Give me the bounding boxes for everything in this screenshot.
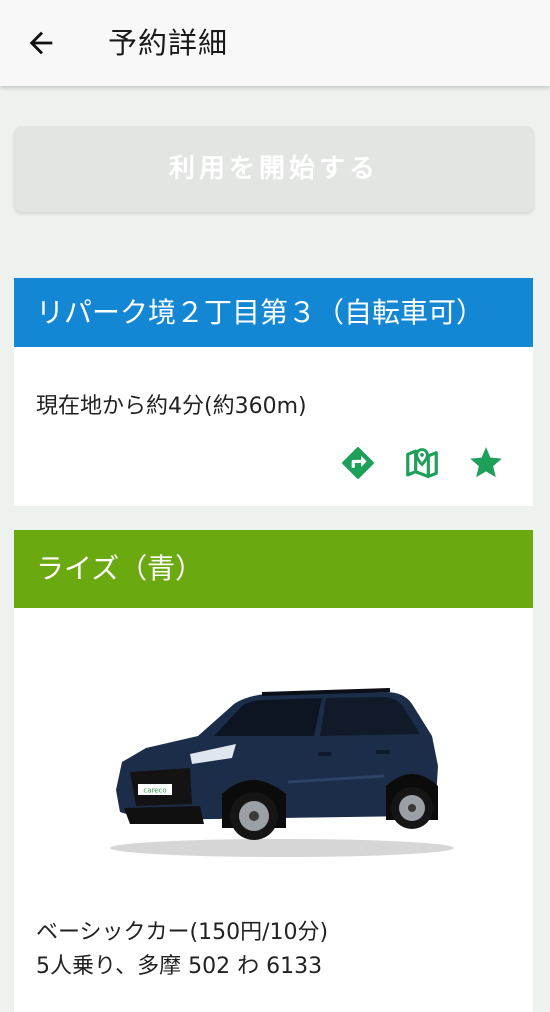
directions-button[interactable]: [339, 444, 377, 482]
star-icon: [470, 447, 502, 478]
station-actions: [339, 444, 505, 482]
car-card: ライズ（青） careco ベーシックカー(150円/10分) 5人乗り、多摩 …: [14, 530, 533, 1012]
start-usage-button[interactable]: 利用を開始する: [14, 126, 534, 212]
car-seats-plate: 5人乗り、多摩 502 わ 6133: [36, 954, 323, 979]
map-button[interactable]: [403, 444, 441, 482]
arrow-left-icon: [29, 31, 53, 55]
page-title: 予約詳細: [108, 26, 229, 60]
car-name: ライズ（青）: [14, 530, 533, 608]
car-class-price: ベーシックカー(150円/10分): [36, 920, 329, 945]
favorite-button[interactable]: [467, 444, 505, 482]
app-bar: 予約詳細: [0, 0, 550, 86]
directions-icon: [342, 447, 374, 479]
map-pin-icon: [406, 448, 438, 479]
back-button[interactable]: [18, 20, 64, 66]
station-card: リパーク境２丁目第３（自転車可） 現在地から約4分(約360m): [14, 278, 533, 506]
station-name: リパーク境２丁目第３（自転車可）: [14, 278, 533, 347]
plate-label: careco: [143, 787, 166, 795]
car-image: careco: [110, 688, 454, 857]
station-distance: 現在地から約4分(約360m): [36, 394, 307, 419]
car-info: ベーシックカー(150円/10分) 5人乗り、多摩 502 わ 6133: [36, 916, 328, 984]
